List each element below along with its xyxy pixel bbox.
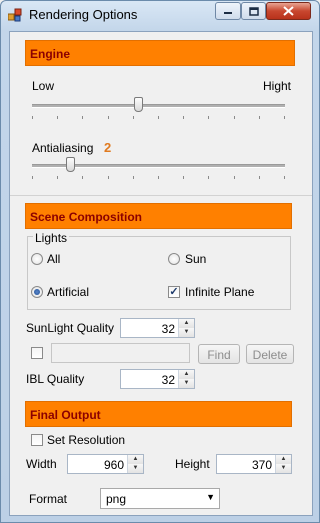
scene-composition-header: Scene Composition <box>25 203 292 229</box>
slider-tick <box>82 176 83 179</box>
width-spinner: ▲ ▼ <box>127 455 143 473</box>
radio-sun-label[interactable]: Sun <box>185 252 206 266</box>
set-resolution-label[interactable]: Set Resolution <box>47 433 125 447</box>
minimize-button[interactable] <box>215 2 241 20</box>
slider-tick <box>183 176 184 179</box>
slider-tick <box>82 116 83 119</box>
rendering-options-window: Rendering Options Engine Low Hight Antia… <box>0 0 320 523</box>
width-value[interactable]: 960 <box>68 455 127 473</box>
maximize-icon <box>248 6 259 16</box>
maximize-button[interactable] <box>241 2 266 20</box>
slider-tick <box>234 176 235 179</box>
sunlight-quality-value[interactable]: 32 <box>121 319 178 337</box>
slider-tick <box>57 176 58 179</box>
radio-all[interactable] <box>31 253 43 265</box>
radio-all-label[interactable]: All <box>47 252 60 266</box>
slider-tick <box>158 116 159 119</box>
ibl-quality-decrease[interactable]: ▼ <box>179 379 194 388</box>
radio-artificial-label[interactable]: Artificial <box>47 285 89 299</box>
find-button[interactable]: Find <box>198 344 240 364</box>
final-output-header: Final Output <box>25 401 292 427</box>
height-label: Height <box>175 457 210 471</box>
radio-sun[interactable] <box>168 253 180 265</box>
lights-group-label: Lights <box>33 231 70 245</box>
slider-tick <box>208 176 209 179</box>
infinite-plane-label[interactable]: Infinite Plane <box>185 285 254 299</box>
width-label: Width <box>26 457 57 471</box>
window-title: Rendering Options <box>29 7 138 22</box>
slider-tick <box>234 116 235 119</box>
ibl-quality-label: IBL Quality <box>26 372 85 386</box>
height-value[interactable]: 370 <box>217 455 275 473</box>
radio-artificial[interactable] <box>31 286 43 298</box>
sunlight-quality-decrease[interactable]: ▼ <box>179 328 194 337</box>
quality-slider-track <box>32 104 285 108</box>
find-text-field[interactable] <box>51 343 190 363</box>
title-bar[interactable]: Rendering Options <box>1 1 319 29</box>
slider-tick <box>259 116 260 119</box>
app-icon <box>8 8 22 22</box>
chevron-down-icon[interactable]: ▼ <box>206 492 215 502</box>
close-button[interactable] <box>266 2 311 20</box>
format-select-value: png <box>106 492 127 506</box>
close-icon <box>283 6 294 16</box>
find-enable-checkbox[interactable] <box>31 347 43 359</box>
slider-tick <box>183 116 184 119</box>
slider-tick <box>284 176 285 179</box>
quality-slider[interactable] <box>32 94 285 124</box>
slider-tick <box>32 176 33 179</box>
sunlight-quality-stepper[interactable]: 32 ▲ ▼ <box>120 318 195 338</box>
slider-tick <box>57 116 58 119</box>
slider-tick <box>32 116 33 119</box>
height-stepper[interactable]: 370 ▲ ▼ <box>216 454 292 474</box>
ibl-quality-value[interactable]: 32 <box>121 370 178 388</box>
format-select[interactable]: png ▼ <box>100 488 220 509</box>
height-decrease[interactable]: ▼ <box>276 464 291 473</box>
quality-low-label: Low <box>32 79 55 93</box>
width-decrease[interactable]: ▼ <box>128 464 143 473</box>
slider-tick <box>208 116 209 119</box>
slider-tick <box>284 116 285 119</box>
width-stepper[interactable]: 960 ▲ ▼ <box>67 454 144 474</box>
set-resolution-checkbox[interactable] <box>31 434 43 446</box>
quality-high-label: Hight <box>263 79 292 93</box>
slider-tick <box>108 176 109 179</box>
slider-tick <box>259 176 260 179</box>
antialiasing-value: 2 <box>104 140 112 155</box>
slider-tick <box>108 116 109 119</box>
sunlight-quality-spinner: ▲ ▼ <box>178 319 194 337</box>
antialiasing-slider[interactable] <box>32 154 285 184</box>
slider-tick <box>158 176 159 179</box>
format-label: Format <box>29 492 68 506</box>
quality-slider-thumb[interactable] <box>134 97 143 112</box>
slider-tick <box>133 176 134 179</box>
dialog-body: Engine Low Hight Antialiasing 2 Scene Co… <box>9 31 313 516</box>
minimize-icon <box>224 12 232 14</box>
ibl-quality-stepper[interactable]: 32 ▲ ▼ <box>120 369 195 389</box>
ibl-quality-spinner: ▲ ▼ <box>178 370 194 388</box>
engine-header: Engine <box>25 40 295 66</box>
delete-button[interactable]: Delete <box>246 344 294 364</box>
antialiasing-slider-thumb[interactable] <box>66 157 75 172</box>
sunlight-quality-label: SunLight Quality <box>26 321 115 335</box>
section-divider <box>10 195 312 196</box>
height-spinner: ▲ ▼ <box>275 455 291 473</box>
infinite-plane-checkbox[interactable]: ✓ <box>168 286 180 298</box>
slider-tick <box>133 116 134 119</box>
antialiasing-label: Antialiasing <box>32 141 94 155</box>
